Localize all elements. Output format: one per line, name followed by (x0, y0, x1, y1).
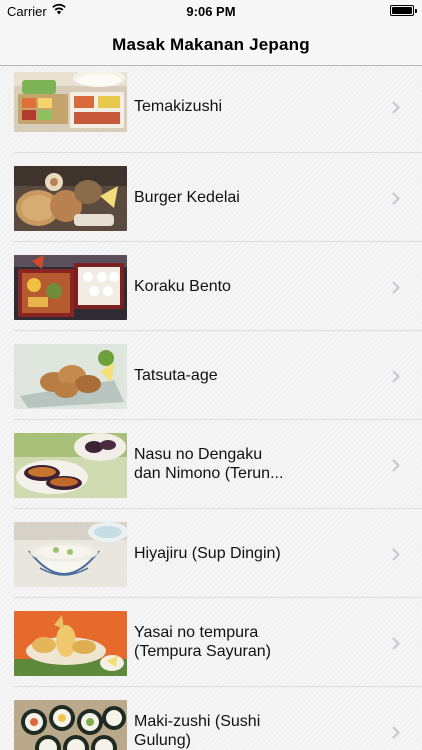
temakizushi-photo-icon (14, 72, 127, 132)
page-title: Masak Makanan Jepang (112, 34, 310, 54)
chevron-right-icon (392, 370, 400, 383)
list-item-label: Burger Kedelai (134, 189, 240, 206)
list-item[interactable]: Nasu no Dengaku dan Nimono (Terun... (0, 420, 422, 509)
recipe-list[interactable]: Temakizushi Burger Kedelai Koraku Bento … (0, 66, 422, 750)
navigation-bar: Masak Makanan Jepang (0, 24, 422, 66)
chevron-right-icon (392, 281, 400, 294)
list-item-label: Tatsuta-age (134, 367, 218, 384)
battery-icon (390, 5, 417, 16)
chevron-right-icon (392, 192, 400, 205)
hiyajiru-photo-icon (14, 522, 127, 587)
maki-zushi-photo-icon (14, 700, 127, 750)
chevron-right-icon (392, 459, 400, 472)
list-item-label: Yasai no tempura (Tempura Sayuran) (134, 624, 271, 660)
list-item[interactable]: Tatsuta-age (0, 331, 422, 420)
list-item-label: Temakizushi (134, 98, 223, 115)
list-item-label: Hiyajiru (Sup Dingin) (134, 545, 281, 562)
chevron-right-icon (392, 726, 400, 739)
list-item[interactable]: Hiyajiru (Sup Dingin) (0, 509, 422, 598)
chevron-right-icon (392, 637, 400, 650)
status-bar: Carrier 9:06 PM (0, 0, 422, 24)
list-item[interactable]: Yasai no tempura (Tempura Sayuran) (0, 598, 422, 687)
list-item[interactable]: Koraku Bento (0, 242, 422, 331)
chevron-right-icon (392, 548, 400, 561)
tatsuta-age-photo-icon (14, 344, 127, 409)
chevron-right-icon (392, 101, 400, 114)
koraku-bento-photo-icon (14, 255, 127, 320)
yasai-tempura-photo-icon (14, 611, 127, 676)
list-item[interactable]: Burger Kedelai (0, 153, 422, 242)
list-item-label: Nasu no Dengaku dan Nimono (Terun... (134, 446, 284, 482)
list-item-label: Koraku Bento (134, 278, 231, 295)
list-item-label: Maki-zushi (Sushi Gulung) (134, 713, 261, 749)
list-item[interactable]: Temakizushi (0, 66, 422, 153)
burger-kedelai-photo-icon (14, 166, 127, 231)
nasu-dengaku-photo-icon (14, 433, 127, 498)
status-time: 9:06 PM (186, 4, 236, 19)
list-item[interactable]: Maki-zushi (Sushi Gulung) (0, 687, 422, 750)
